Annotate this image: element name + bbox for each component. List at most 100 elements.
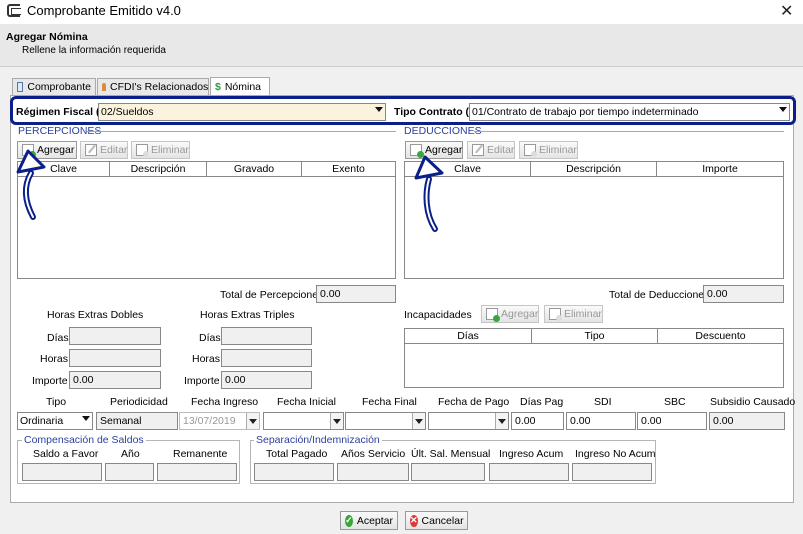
incapacidades-add-button[interactable]: Agregar <box>481 305 539 323</box>
total-percepciones-field: 0.00 <box>316 285 396 303</box>
dobles-dias-label: Días <box>47 332 69 344</box>
triples-horas-field[interactable] <box>221 349 312 367</box>
tab-cfdi-relacionados[interactable]: CFDI's Relacionados <box>97 78 209 95</box>
fecha-ingreso-label: Fecha Ingreso <box>191 396 259 408</box>
fecha-pago-label: Fecha de Pago <box>438 396 510 408</box>
sbc-field[interactable]: 0.00 <box>637 412 707 430</box>
incapacidades-delete-button[interactable]: Eliminar <box>544 305 603 323</box>
fecha-pago-field[interactable] <box>428 412 509 430</box>
table-header: Días Tipo Descuento <box>405 329 783 344</box>
saldo-favor-label: Saldo a Favor <box>33 448 99 460</box>
delete-icon <box>136 144 149 157</box>
chevron-down-icon <box>82 416 90 421</box>
dobles-importe-field[interactable]: 0.00 <box>69 371 161 389</box>
window-title: Comprobante Emitido v4.0 <box>27 3 181 18</box>
ingreso-acum-label: Ingreso Acum <box>499 448 564 460</box>
delete-icon <box>549 308 562 321</box>
tab-comprobante[interactable]: Comprobante <box>12 78 96 95</box>
tipo-label: Tipo <box>46 396 67 408</box>
app-icon <box>7 4 21 17</box>
periodicidad-field: Semanal <box>96 412 178 430</box>
fecha-ingreso-field[interactable]: 13/07/2019 <box>179 412 260 430</box>
tab-nomina[interactable]: $ Nómina <box>210 77 270 95</box>
ultimo-salario-field[interactable] <box>411 463 485 481</box>
column-header[interactable]: Importe <box>657 162 783 176</box>
dobles-horas-label: Horas <box>40 353 69 365</box>
percepciones-table[interactable]: Clave Descripción Gravado Exento <box>17 161 396 279</box>
link-icon <box>102 83 106 91</box>
total-pagado-label: Total Pagado <box>266 448 328 460</box>
column-header[interactable]: Gravado <box>207 162 302 176</box>
fecha-inicial-label: Fecha Inicial <box>277 396 336 408</box>
horas-dobles-title: Horas Extras Dobles <box>47 309 144 321</box>
triples-importe-field[interactable]: 0.00 <box>221 371 312 389</box>
add-icon <box>22 144 36 158</box>
ingreso-acum-field[interactable] <box>489 463 569 481</box>
incapacidades-table[interactable]: Días Tipo Descuento <box>404 328 784 388</box>
ingreso-no-acum-label: Ingreso No Acum <box>575 448 656 460</box>
accept-button[interactable]: ✓ Aceptar <box>340 511 398 530</box>
column-header[interactable]: Tipo <box>532 329 658 343</box>
column-header[interactable]: Días <box>405 329 532 343</box>
table-header: Clave Descripción Importe <box>405 162 783 177</box>
calendar-dropdown-icon[interactable] <box>330 413 343 429</box>
sdi-label: SDI <box>594 396 612 408</box>
document-icon <box>17 82 24 92</box>
anio-label: Año <box>121 448 140 460</box>
horas-triples-title: Horas Extras Triples <box>200 309 295 321</box>
deducciones-title: DEDUCCIONES <box>404 125 482 137</box>
header-title: Agregar Nómina <box>6 31 88 43</box>
ultimo-salario-label: Últ. Sal. Mensual <box>411 448 491 460</box>
dollar-icon: $ <box>215 80 221 93</box>
fecha-inicial-field[interactable] <box>263 412 344 430</box>
section-divider <box>87 131 396 132</box>
dobles-importe-label: Importe <box>32 375 68 387</box>
add-icon <box>410 144 424 158</box>
percepciones-add-button[interactable]: Agregar <box>17 141 77 159</box>
deducciones-table[interactable]: Clave Descripción Importe <box>404 161 784 279</box>
dobles-dias-field[interactable] <box>69 327 161 345</box>
deducciones-edit-button[interactable]: Editar <box>467 141 515 159</box>
cancel-icon: ✕ <box>410 514 418 527</box>
dobles-horas-field[interactable] <box>69 349 161 367</box>
sdi-field[interactable]: 0.00 <box>566 412 636 430</box>
column-header[interactable]: Descuento <box>658 329 783 343</box>
column-header[interactable]: Descripción <box>531 162 657 176</box>
saldo-favor-field[interactable] <box>22 463 102 481</box>
header-subtitle: Rellene la información requerida <box>22 45 166 56</box>
percepciones-delete-button[interactable]: Eliminar <box>131 141 190 159</box>
triples-dias-field[interactable] <box>221 327 312 345</box>
cancel-button[interactable]: ✕ Cancelar <box>405 511 468 530</box>
fecha-final-field[interactable] <box>345 412 426 430</box>
remanente-field[interactable] <box>157 463 237 481</box>
anio-field[interactable] <box>105 463 154 481</box>
edit-icon <box>85 144 97 156</box>
dias-pag-label: Días Pag <box>520 396 564 408</box>
incapacidades-label: Incapacidades <box>404 309 472 321</box>
percepciones-edit-button[interactable]: Editar <box>80 141 128 159</box>
subsidio-field: 0.00 <box>709 412 785 430</box>
compensacion-title: Compensación de Saldos <box>22 434 146 446</box>
calendar-dropdown-icon[interactable] <box>495 413 508 429</box>
total-deducciones-field: 0.00 <box>703 285 784 303</box>
subsidio-label: Subsidio Causado <box>710 396 796 408</box>
calendar-dropdown-icon[interactable] <box>412 413 425 429</box>
close-icon[interactable]: ✕ <box>780 1 793 21</box>
check-icon: ✓ <box>345 514 353 527</box>
ingreso-no-acum-field[interactable] <box>572 463 652 481</box>
total-percepciones-label: Total de Percepciones <box>220 289 324 301</box>
deducciones-delete-button[interactable]: Eliminar <box>519 141 578 159</box>
column-header[interactable]: Exento <box>302 162 395 176</box>
highlight-box <box>10 96 796 125</box>
anios-servicio-field[interactable] <box>337 463 409 481</box>
column-header[interactable]: Clave <box>405 162 531 176</box>
dias-pag-field[interactable]: 0.00 <box>511 412 564 430</box>
column-header[interactable]: Clave <box>18 162 110 176</box>
column-header[interactable]: Descripción <box>110 162 207 176</box>
calendar-dropdown-icon[interactable] <box>246 413 259 429</box>
total-pagado-field[interactable] <box>254 463 334 481</box>
section-divider <box>474 131 784 132</box>
tipo-select[interactable]: Ordinaria <box>17 412 93 430</box>
triples-horas-label: Horas <box>192 353 221 365</box>
deducciones-add-button[interactable]: Agregar <box>405 141 463 159</box>
